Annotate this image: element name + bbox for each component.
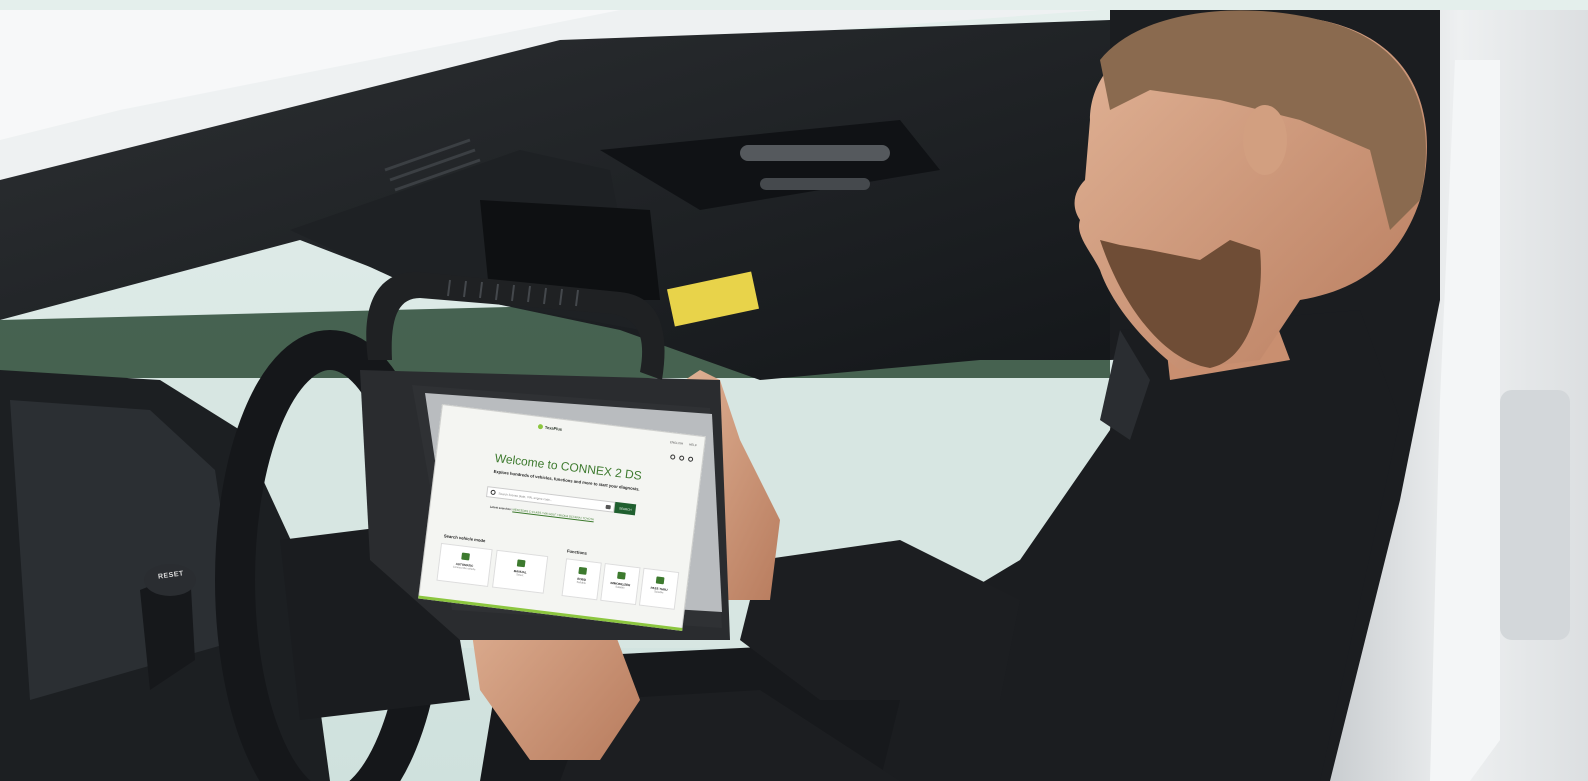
section-search-vehicle: Search vehicle mode — [443, 533, 486, 544]
card-pass-thru[interactable]: PASS THRU Suitable — [638, 567, 680, 610]
scene-illustration — [0, 0, 1588, 781]
engine-icon — [578, 566, 588, 575]
brand-logo: TexaPlus — [537, 423, 563, 432]
top-link-language[interactable]: ENGLISH — [670, 440, 684, 446]
card-eobd[interactable]: EOBD Suitable — [561, 558, 602, 601]
latest-searches-links[interactable]: MERCEDES C-CLASS / VW GOLF / SKODA OCTAV… — [512, 507, 594, 521]
top-links: ENGLISH HELP — [670, 440, 697, 447]
wifi-icon[interactable] — [669, 454, 676, 460]
clock-icon[interactable] — [678, 455, 685, 461]
car-icon — [516, 559, 526, 568]
door-handle-recess — [1500, 390, 1570, 640]
obd-connector-icon — [461, 552, 470, 561]
tablet-screen: TexaPlus ENGLISH HELP Welcome to CONNEX … — [418, 404, 707, 631]
camera-icon[interactable] — [606, 504, 612, 509]
device-icon — [655, 576, 665, 585]
logo-mark-icon — [537, 423, 544, 429]
card-automatic[interactable]: AUTOMATIC Connect the vehicle — [436, 542, 493, 587]
logo-text: TexaPlus — [544, 424, 563, 432]
section-functions: Functions — [566, 548, 588, 556]
card-manual[interactable]: MANUAL Select — [492, 549, 549, 594]
card-immobilizer[interactable]: IMMOBILIZER Suitable — [600, 563, 641, 606]
search-button[interactable]: SEARCH — [614, 501, 637, 516]
top-icons — [669, 454, 694, 462]
menu-icon[interactable] — [687, 456, 694, 462]
search-icon — [490, 489, 496, 496]
latest-searches-label: Latest searches: — [489, 504, 513, 512]
car-interior-photo: TexaPlus ENGLISH HELP Welcome to CONNEX … — [0, 0, 1588, 781]
top-link-help[interactable]: HELP — [689, 442, 697, 447]
key-icon — [617, 571, 626, 580]
search-placeholder: Search license plate, VIN, engine code..… — [498, 491, 553, 502]
